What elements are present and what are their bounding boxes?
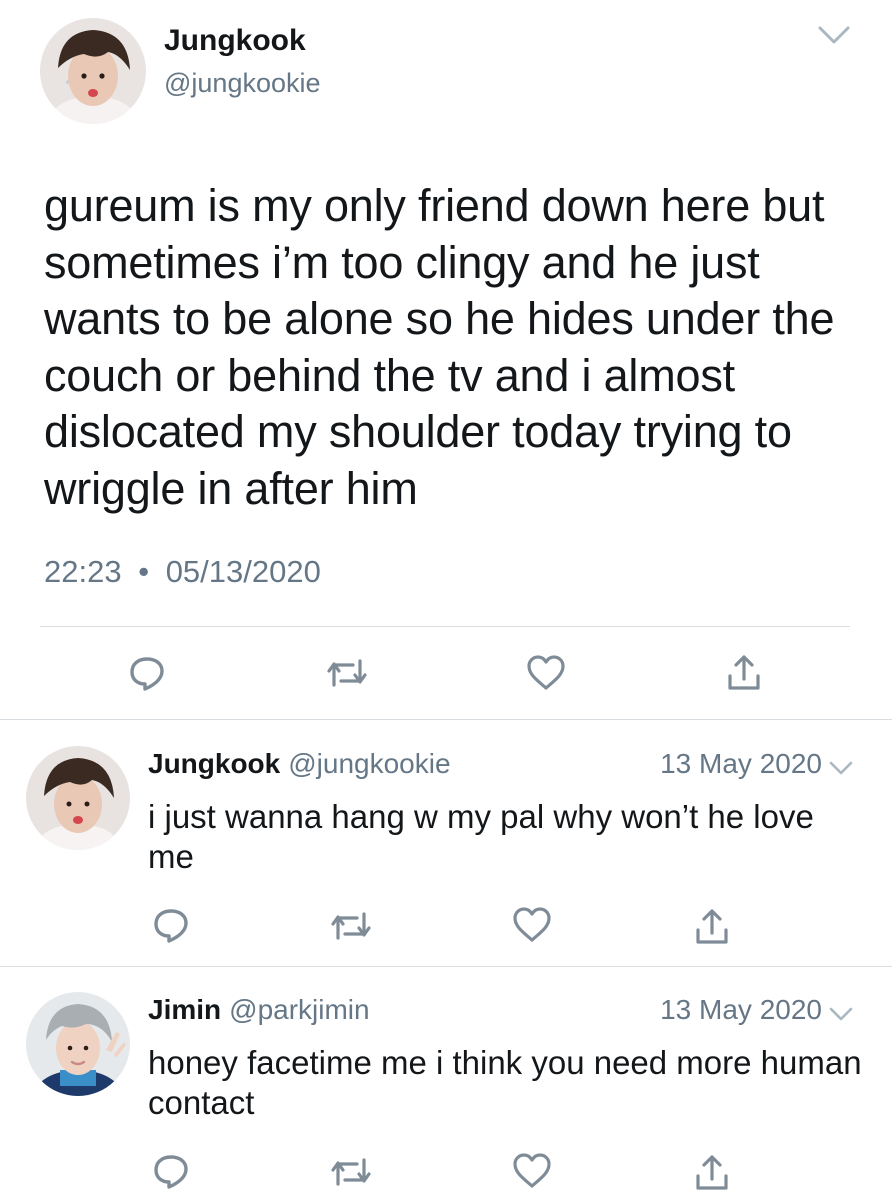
tweet-date: 05/13/2020: [165, 554, 321, 589]
reply-icon: [127, 653, 167, 693]
tweet-timestamp[interactable]: 22:23 • 05/13/2020: [44, 554, 321, 590]
like-icon: [511, 1152, 553, 1190]
author-handle: @parkjimin: [229, 994, 370, 1025]
retweet-icon: [329, 908, 373, 944]
divider: [0, 966, 892, 967]
reply-text: honey facetime me i think you need more …: [148, 1044, 862, 1121]
reply-icon: [151, 905, 191, 945]
avatar[interactable]: [26, 746, 130, 850]
retweet-button[interactable]: [326, 1152, 376, 1192]
like-icon: [525, 654, 567, 692]
share-icon: [726, 652, 762, 692]
reply-text: i just wanna hang w my pal why won’t he …: [148, 798, 814, 875]
author-handle: @jungkookie: [288, 748, 451, 779]
divider: [40, 626, 850, 627]
reply-date[interactable]: 13 May 2020: [660, 994, 822, 1026]
avatar[interactable]: [40, 18, 146, 124]
share-button[interactable]: [690, 1150, 734, 1194]
reply-author[interactable]: Jimin @parkjimin: [148, 994, 370, 1026]
tweet-text: gureum is my only friend down here but s…: [44, 180, 835, 514]
chevron-down-icon[interactable]: [826, 758, 856, 778]
share-button[interactable]: [690, 904, 734, 948]
share-icon: [694, 906, 730, 946]
retweet-button[interactable]: [322, 652, 372, 694]
reply-author[interactable]: Jungkook @jungkookie: [148, 748, 451, 780]
divider: [0, 719, 892, 720]
reply-button[interactable]: [148, 1150, 194, 1192]
like-button[interactable]: [508, 1150, 556, 1192]
like-button[interactable]: [508, 904, 556, 946]
main-tweet: Jungkook @jungkookie gureum is my only f…: [0, 0, 892, 720]
author-name[interactable]: Jungkook: [164, 24, 306, 58]
author-handle[interactable]: @jungkookie: [164, 68, 321, 99]
author-name: Jungkook: [148, 748, 281, 779]
reply-icon: [151, 1151, 191, 1191]
tweet-time: 22:23: [44, 554, 122, 589]
chevron-down-icon[interactable]: [826, 1004, 856, 1024]
reply-button[interactable]: [124, 652, 170, 694]
author-name: Jimin: [148, 994, 222, 1025]
avatar[interactable]: [26, 992, 130, 1096]
like-button[interactable]: [522, 652, 570, 694]
retweet-icon: [329, 1154, 373, 1190]
share-button[interactable]: [722, 650, 766, 694]
like-icon: [511, 906, 553, 944]
reply-button[interactable]: [148, 904, 194, 946]
chevron-down-icon[interactable]: [814, 22, 854, 48]
share-icon: [694, 1152, 730, 1192]
retweet-button[interactable]: [326, 906, 376, 946]
retweet-icon: [325, 655, 369, 691]
meta-separator: •: [138, 554, 150, 589]
reply-date[interactable]: 13 May 2020: [660, 748, 822, 780]
